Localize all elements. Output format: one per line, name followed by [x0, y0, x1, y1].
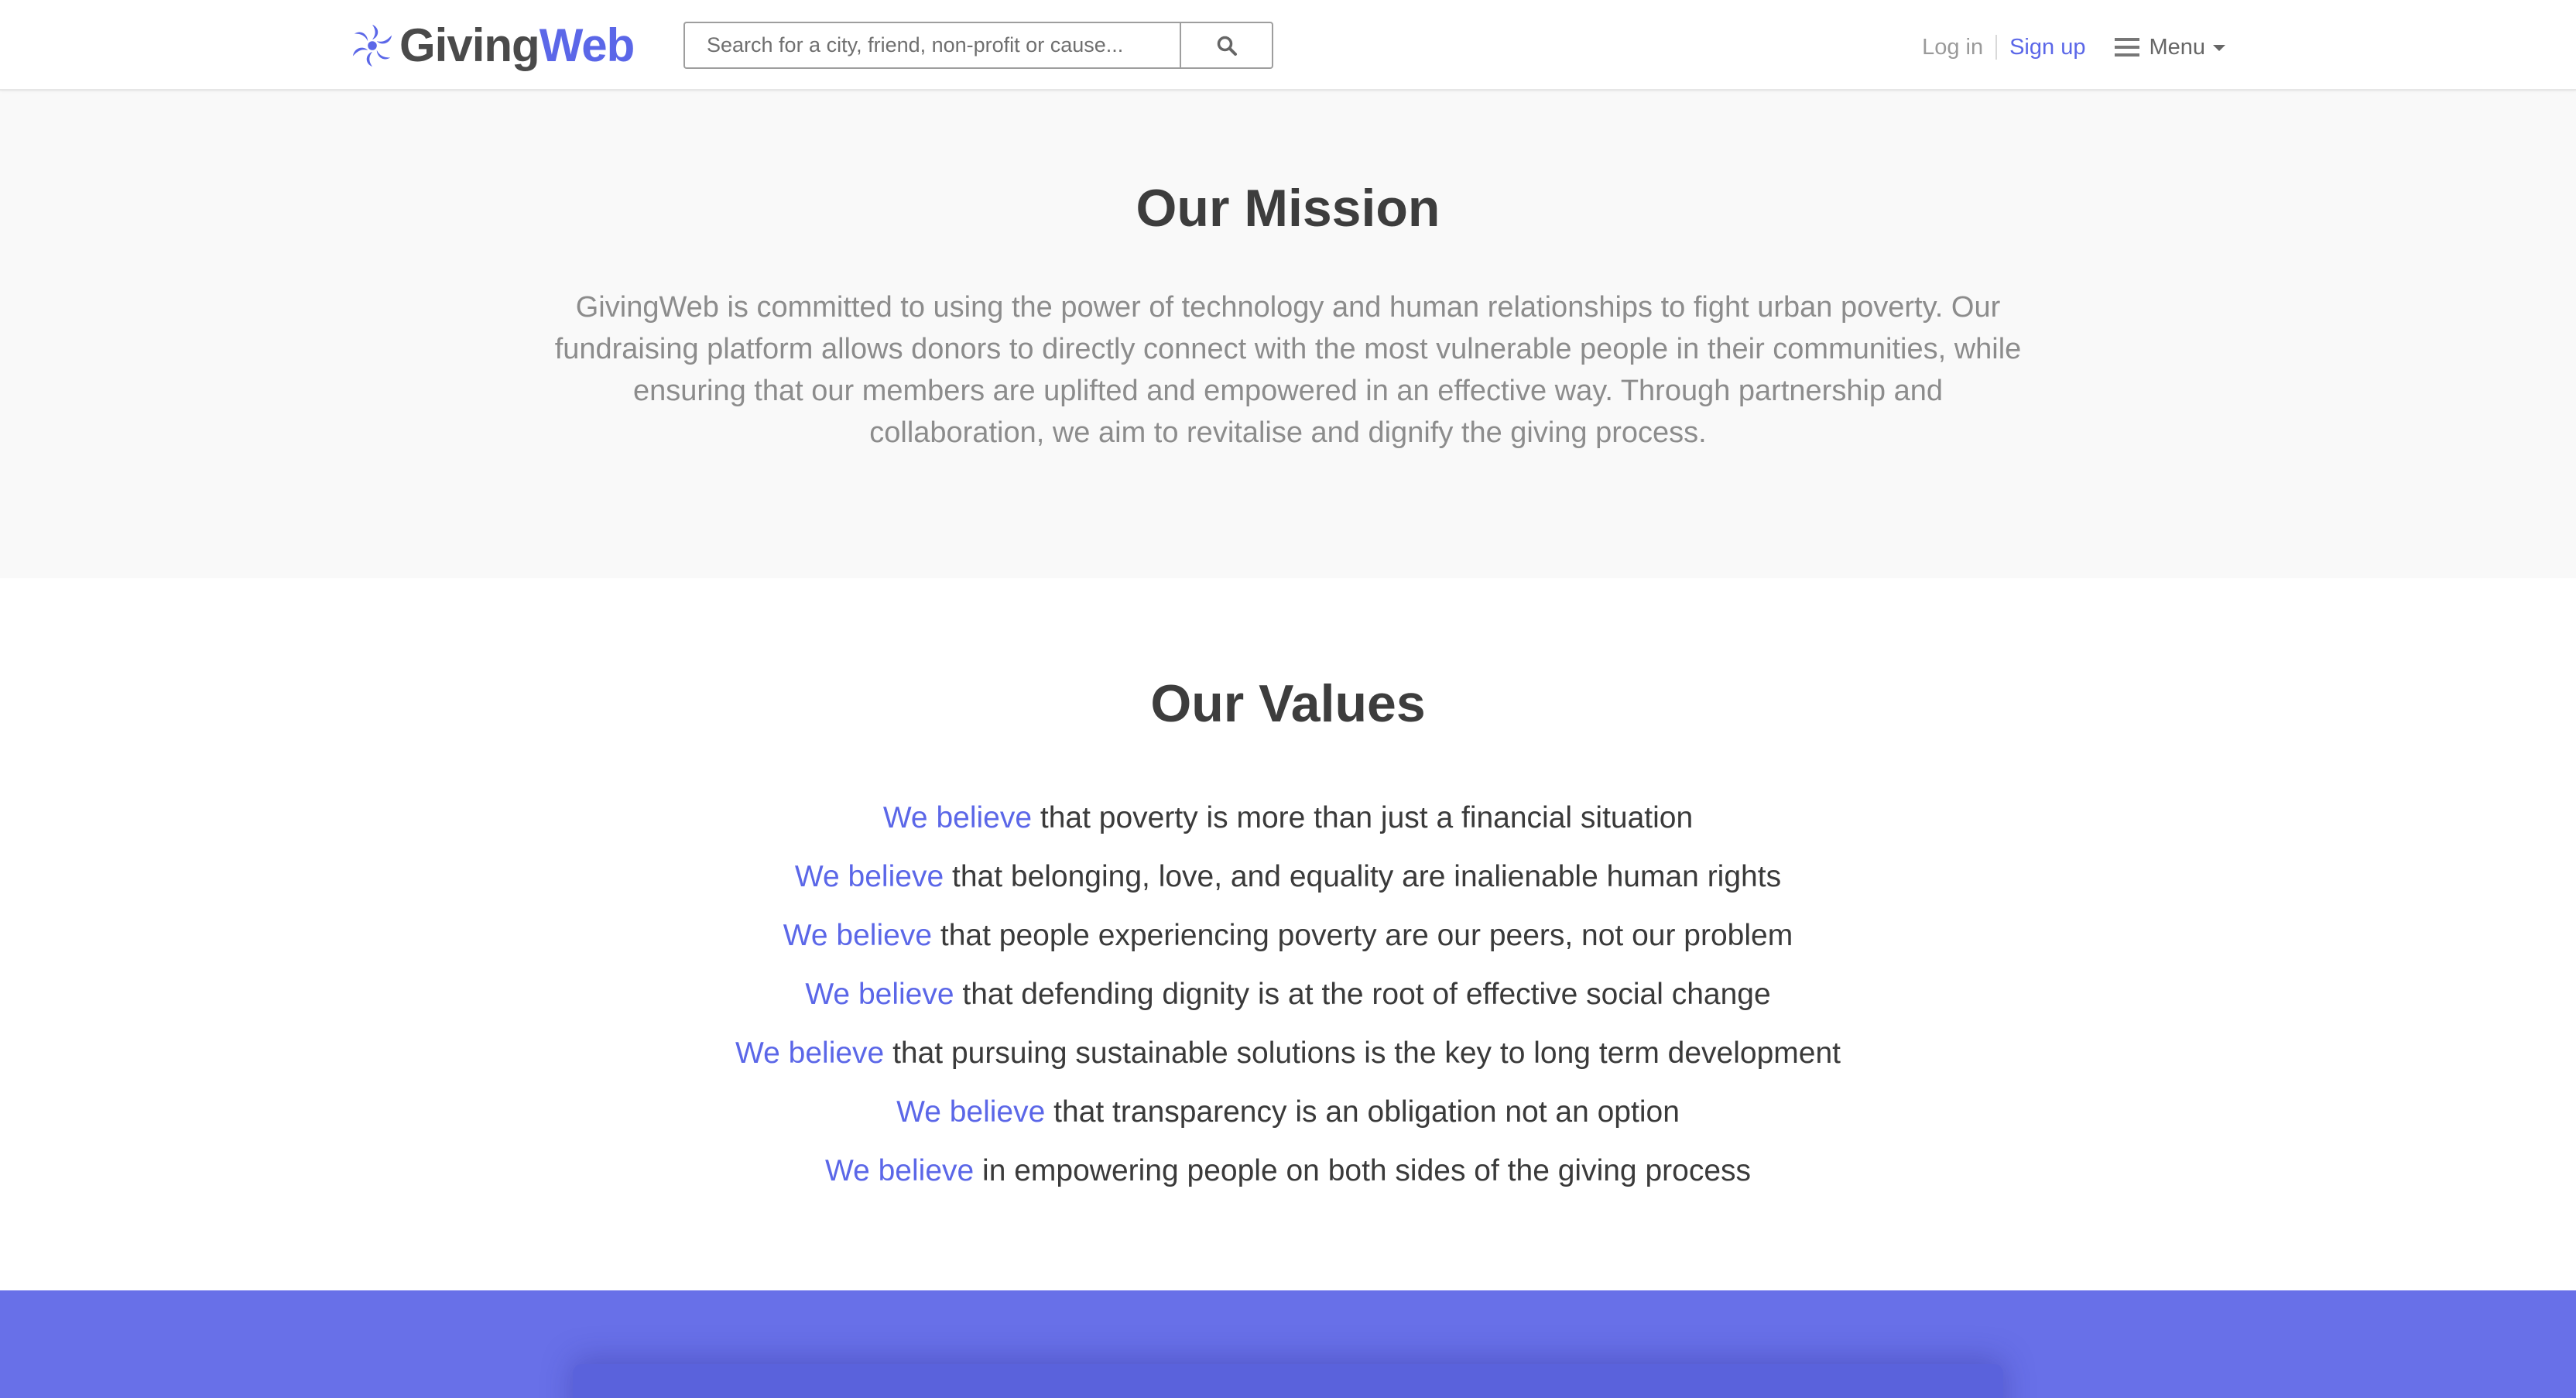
search-input[interactable]: [683, 22, 1180, 69]
value-item: We believe that belonging, love, and equ…: [0, 848, 2576, 906]
values-title: Our Values: [1150, 674, 1426, 733]
value-text: that people experiencing poverty are our…: [932, 919, 1793, 952]
top-navbar: GivingWeb Log in Sign up Menu: [0, 0, 2576, 91]
value-text: that defending dignity is at the root of…: [954, 978, 1771, 1011]
value-item: We believe that people experiencing pove…: [0, 906, 2576, 965]
brand-name-part1: Giving: [399, 19, 540, 71]
caret-down-icon: [2213, 45, 2225, 51]
value-text: that pursuing sustainable solutions is t…: [884, 1037, 1841, 1070]
brand-wordmark: GivingWeb: [399, 19, 635, 71]
mission-title: Our Mission: [1136, 179, 1440, 238]
search-bar: [683, 22, 1273, 69]
mission-text: GivingWeb is committed to using the powe…: [554, 291, 2022, 449]
value-item: We believe that transparency is an oblig…: [0, 1083, 2576, 1142]
menu-label: Menu: [2149, 34, 2205, 60]
value-lead: We believe: [882, 801, 1033, 834]
brand-logo-link[interactable]: GivingWeb: [350, 19, 635, 73]
values-section: Our Values We believe that poverty is mo…: [0, 578, 2576, 1290]
signup-link[interactable]: Sign up: [2009, 35, 2085, 60]
value-item: We believe that defending dignity is at …: [0, 965, 2576, 1024]
banner-card: [573, 1364, 2003, 1398]
value-text: in empowering people on both sides of th…: [974, 1154, 1752, 1187]
hamburger-icon: [2115, 38, 2140, 57]
value-lead: We believe: [824, 1154, 975, 1187]
value-lead: We believe: [794, 860, 944, 893]
value-item: We believe that poverty is more than jus…: [0, 789, 2576, 848]
value-text: that belonging, love, and equality are i…: [944, 860, 1782, 893]
value-lead: We believe: [805, 978, 954, 1011]
header-nav: Log in Sign up Menu: [1922, 28, 2225, 67]
value-text: that transparency is an obligation not a…: [1045, 1095, 1680, 1129]
footer-banner: [0, 1290, 2576, 1398]
value-text: that poverty is more than just a financi…: [1032, 801, 1694, 834]
value-lead: We believe: [783, 919, 933, 952]
value-lead: We believe: [735, 1037, 885, 1070]
flower-logo-icon: [352, 24, 392, 67]
search-icon: [1217, 36, 1237, 56]
brand-name-part2: Web: [539, 19, 635, 71]
login-link[interactable]: Log in: [1922, 35, 1983, 60]
nav-divider: [1995, 35, 1998, 60]
value-lead: We believe: [896, 1095, 1046, 1129]
menu-dropdown-toggle[interactable]: Menu: [2115, 35, 2225, 60]
search-button[interactable]: [1180, 22, 1273, 69]
value-item: We believe that pursuing sustainable sol…: [0, 1024, 2576, 1083]
value-item: We believe in empowering people on both …: [0, 1142, 2576, 1201]
values-list: We believe that poverty is more than jus…: [0, 789, 2576, 1201]
mission-section: Our Mission GivingWeb is committed to us…: [0, 91, 2576, 578]
